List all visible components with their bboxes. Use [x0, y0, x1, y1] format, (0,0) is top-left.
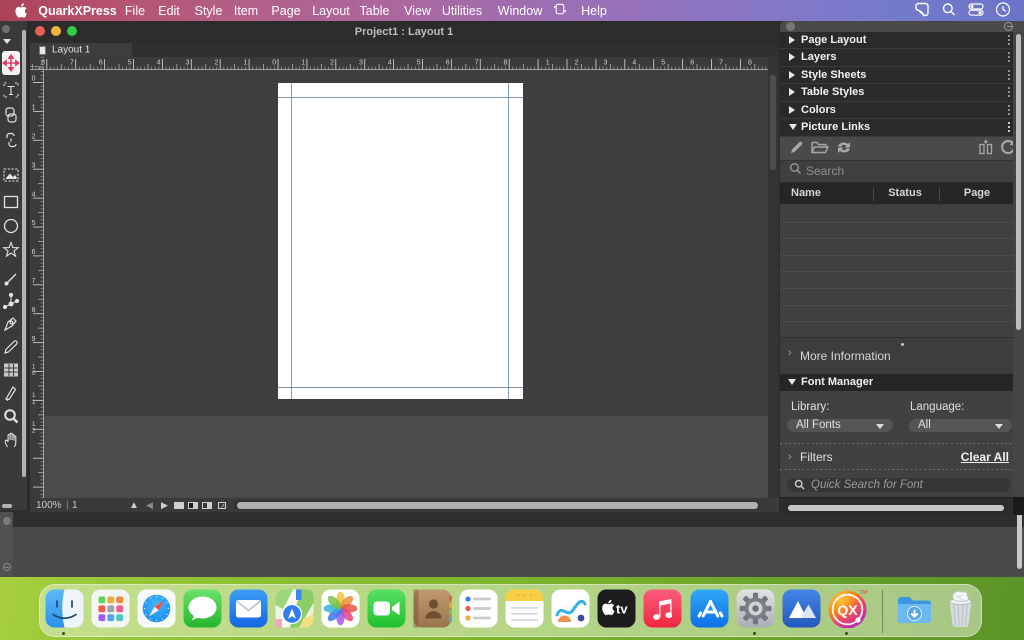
svg-text:5: 5: [32, 220, 36, 227]
svg-text:QX: QX: [837, 602, 858, 618]
svg-text:6: 6: [446, 60, 450, 67]
svg-text:9: 9: [32, 336, 36, 343]
svg-text:2: 2: [575, 60, 579, 67]
svg-text:7: 7: [719, 60, 723, 67]
svg-text:7: 7: [70, 60, 74, 67]
svg-text:1: 1: [32, 399, 36, 406]
svg-text:6: 6: [99, 60, 103, 67]
svg-text:2: 2: [214, 60, 218, 67]
svg-text:8: 8: [503, 60, 507, 67]
svg-text:1: 1: [546, 60, 550, 67]
svg-text:4: 4: [157, 60, 161, 67]
svg-text:0: 0: [32, 76, 36, 83]
svg-text:7: 7: [32, 278, 36, 285]
svg-text:7: 7: [475, 60, 479, 67]
svg-text:0: 0: [272, 60, 276, 67]
svg-text:0: 0: [32, 370, 36, 377]
svg-text:1: 1: [301, 60, 305, 67]
svg-text:8: 8: [748, 60, 752, 67]
svg-text:tv: tv: [616, 602, 628, 617]
svg-text:4: 4: [388, 60, 392, 67]
svg-text:5: 5: [128, 60, 132, 67]
svg-text:5: 5: [661, 60, 665, 67]
svg-text:3: 3: [603, 60, 607, 67]
svg-text:2: 2: [330, 60, 334, 67]
svg-text:2: 2: [32, 134, 36, 141]
svg-text:4: 4: [632, 60, 636, 67]
svg-text:TM: TM: [859, 590, 866, 596]
svg-text:4: 4: [32, 191, 36, 198]
svg-text:2: 2: [32, 428, 36, 435]
svg-text:3: 3: [32, 162, 36, 169]
svg-text:3: 3: [186, 60, 190, 67]
svg-text:6: 6: [32, 249, 36, 256]
svg-text:3: 3: [359, 60, 363, 67]
svg-text:5: 5: [417, 60, 421, 67]
svg-text:8: 8: [41, 60, 45, 67]
svg-text:6: 6: [690, 60, 694, 67]
svg-text:1: 1: [243, 60, 247, 67]
svg-text:1: 1: [32, 105, 36, 112]
svg-text:8: 8: [32, 307, 36, 314]
